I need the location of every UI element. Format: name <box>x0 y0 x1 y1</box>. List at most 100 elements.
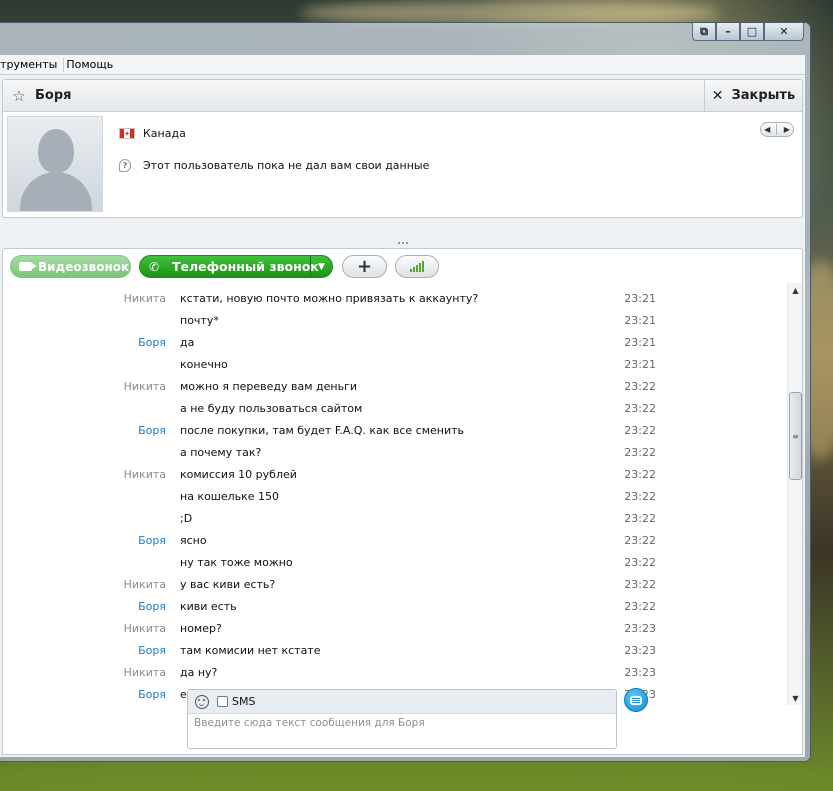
close-contact-label: Закрыть <box>731 88 796 103</box>
star-icon[interactable]: ☆ <box>9 86 29 106</box>
message-sender[interactable]: Боря <box>3 644 180 657</box>
close-contact-button[interactable]: ✕ Закрыть <box>704 80 802 111</box>
close-icon: ✕ <box>711 87 724 104</box>
signal-icon <box>422 261 424 272</box>
send-message-button[interactable] <box>624 688 648 712</box>
scroll-up-icon[interactable]: ▲ <box>788 283 803 297</box>
chat-message-row: Боря там комисии нет кстате 23:23 <box>3 639 789 661</box>
chat-message-row: Боря после покупки, там будет F.A.Q. как … <box>3 419 789 441</box>
avatar-head <box>38 129 74 173</box>
chat-message-row: Никита комиссия 10 рублей 23:22 <box>3 463 789 485</box>
message-text: ясно <box>180 533 207 547</box>
message-time: 23:23 <box>624 621 656 635</box>
message-time: 23:21 <box>624 357 656 371</box>
message-input[interactable] <box>188 714 616 748</box>
phone-call-button[interactable]: ✆ Телефонный звонок ▼ <box>139 255 333 278</box>
message-sender[interactable]: Боря <box>3 688 180 701</box>
smiley-icon[interactable] <box>195 694 209 709</box>
chat-message-row: Никита можно я переведу вам деньги 23:22 <box>3 375 789 397</box>
message-time: 23:22 <box>624 467 656 481</box>
minimize-icon[interactable]: – <box>716 23 740 41</box>
chat-message-row: Никита номер? 23:23 <box>3 617 789 639</box>
message-sender[interactable]: Боря <box>3 600 180 613</box>
app-window: ⧉ – □ ✕ струменты Помощь ☆ Боря ✕ Закрыт… <box>0 22 811 762</box>
message-text: почту* <box>180 313 219 327</box>
chat-message-row: Никита у вас киви есть? 23:22 <box>3 573 789 595</box>
message-text: да <box>180 335 195 349</box>
phone-icon: ✆ <box>149 259 160 274</box>
video-call-button[interactable]: Видеозвонок <box>10 255 131 278</box>
message-sender[interactable]: Никита <box>3 468 180 481</box>
message-time: 23:21 <box>624 291 656 305</box>
close-window-icon[interactable]: ✕ <box>764 23 804 41</box>
message-composer: SMS <box>187 689 617 749</box>
message-text: конечно <box>180 357 228 371</box>
message-text: да ну? <box>180 665 218 679</box>
maximize-icon[interactable]: □ <box>740 23 764 41</box>
message-text: номер? <box>180 621 222 635</box>
menu-bar: струменты Помощь <box>0 55 805 75</box>
chat-message-row: Боря ясно 23:22 <box>3 529 789 551</box>
arrow-right-icon[interactable]: ▶ <box>784 125 790 134</box>
add-button[interactable]: + <box>342 255 387 278</box>
message-sender[interactable]: Боря <box>3 336 180 349</box>
composer-toolbar: SMS <box>188 690 616 714</box>
call-quality-button[interactable] <box>395 255 439 278</box>
message-time: 23:22 <box>624 599 656 613</box>
scroll-thumb[interactable]: ≡ <box>789 392 802 480</box>
message-sender[interactable]: Боря <box>3 534 180 547</box>
message-time: 23:22 <box>624 401 656 415</box>
signal-icon <box>410 269 412 272</box>
message-time: 23:22 <box>624 533 656 547</box>
message-text: комиссия 10 рублей <box>180 467 297 481</box>
call-toolbar: Видеозвонок ✆ Телефонный звонок ▼ + <box>2 248 803 283</box>
caption-buttons: ⧉ – □ ✕ <box>692 23 804 42</box>
video-camera-icon <box>19 262 37 271</box>
message-text: а не буду пользоваться сайтом <box>180 401 363 415</box>
canada-flag-icon: ✦ <box>119 128 135 139</box>
chat-message-row: а не буду пользоваться сайтом 23:22 <box>3 397 789 419</box>
scroll-down-icon[interactable]: ▼ <box>788 691 803 705</box>
message-sender[interactable]: Никита <box>3 666 180 679</box>
chat-message-row: Боря киви есть 23:22 <box>3 595 789 617</box>
client-area: струменты Помощь ☆ Боря ✕ Закрыть ✦ Кана… <box>0 55 805 757</box>
contact-panel: ☆ Боря ✕ Закрыть ✦ Канада ? Этот пользов… <box>2 79 803 218</box>
sms-checkbox[interactable] <box>217 696 228 707</box>
message-time: 23:22 <box>624 489 656 503</box>
chat-scrollbar[interactable]: ▲ ≡ ▼ <box>787 283 802 705</box>
chat-message-row: а почему так? 23:22 <box>3 441 789 463</box>
message-sender[interactable]: Никита <box>3 622 180 635</box>
menu-tools[interactable]: струменты <box>0 58 61 71</box>
panel-resize-grip[interactable] <box>398 242 408 246</box>
info-text: Этот пользователь пока не дал вам свои д… <box>143 159 430 172</box>
message-text: там комисии нет кстате <box>180 643 321 657</box>
signal-icon <box>416 265 418 272</box>
chat-message-row: ну так тоже можно 23:22 <box>3 551 789 573</box>
message-text: у вас киви есть? <box>180 577 276 591</box>
chat-bubble-icon <box>630 695 642 705</box>
contact-header: ☆ Боря ✕ Закрыть <box>3 80 802 112</box>
country-name: Канада <box>143 127 186 140</box>
restore-icon[interactable]: ⧉ <box>692 23 716 41</box>
message-text: на кошельке 150 <box>180 489 280 503</box>
avatar <box>7 116 103 212</box>
chat-message-row: на кошельке 150 23:22 <box>3 485 789 507</box>
message-sender[interactable]: Никита <box>3 380 180 393</box>
chat-message-row: ;D 23:22 <box>3 507 789 529</box>
menu-help[interactable]: Помощь <box>66 58 116 71</box>
message-sender[interactable]: Боря <box>3 424 180 437</box>
message-text: ;D <box>180 511 193 525</box>
info-row: ? Этот пользователь пока не дал вам свои… <box>119 159 429 172</box>
nav-divider <box>776 124 778 135</box>
message-text: можно я переведу вам деньги <box>180 379 358 393</box>
message-sender[interactable]: Никита <box>3 292 180 305</box>
menu-separator <box>63 57 65 72</box>
contact-name: Боря <box>35 88 72 103</box>
chat-message-row: конечно 23:21 <box>3 353 789 375</box>
chevron-down-icon[interactable]: ▼ <box>310 256 332 277</box>
message-sender[interactable]: Никита <box>3 578 180 591</box>
arrow-left-icon[interactable]: ◀ <box>764 125 770 134</box>
message-text: ну так тоже можно <box>180 555 293 569</box>
message-time: 23:22 <box>624 423 656 437</box>
message-time: 23:22 <box>624 445 656 459</box>
